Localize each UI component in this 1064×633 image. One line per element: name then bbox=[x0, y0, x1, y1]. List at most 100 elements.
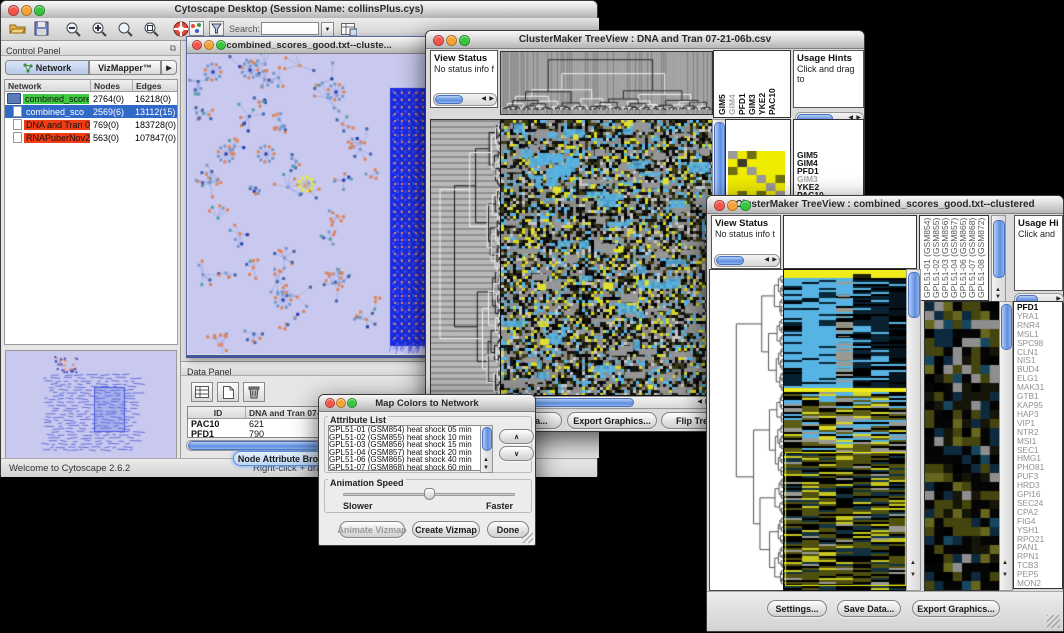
move-down-button[interactable]: ∨ bbox=[499, 446, 534, 461]
gene-label[interactable]: MON2 bbox=[1017, 579, 1062, 588]
column-label[interactable]: YKE2 bbox=[758, 53, 768, 115]
save-session-button[interactable] bbox=[34, 21, 49, 36]
heatmap-vscrollbar[interactable]: ▲▼ bbox=[906, 269, 921, 591]
zoom-heatmap[interactable] bbox=[924, 301, 1000, 591]
attribute-list-group: Attribute List GPL51-01 (GSM854) heat sh… bbox=[324, 416, 532, 473]
search-dropdown-button[interactable]: ▼ bbox=[321, 22, 334, 37]
main-heatmap[interactable] bbox=[500, 119, 713, 396]
usage-hints-panel: Usage Hints Click and drag to bbox=[793, 50, 864, 108]
close-icon[interactable] bbox=[714, 200, 725, 211]
column-label[interactable]: GPL51-08 (GSM872) bbox=[977, 216, 986, 298]
tab-vizmapper[interactable]: VizMapper™ bbox=[89, 60, 161, 75]
close-icon[interactable] bbox=[8, 5, 19, 16]
save-data-button[interactable]: Save Data... bbox=[837, 600, 901, 617]
column-label[interactable]: PAC10 bbox=[768, 53, 778, 115]
resize-grip[interactable] bbox=[1047, 615, 1060, 628]
float-panel-icon[interactable]: ⧉ bbox=[170, 43, 176, 54]
id-column[interactable]: ID bbox=[188, 407, 246, 419]
col-edges[interactable]: Edges bbox=[133, 80, 177, 92]
row-dendrogram[interactable] bbox=[709, 269, 784, 591]
main-window-title: Cytoscape Desktop (Session Name: collins… bbox=[175, 4, 424, 15]
network-list-row[interactable]: combined_scores2764(0)16218(0) bbox=[5, 92, 177, 105]
zoom-heatmap[interactable] bbox=[728, 151, 785, 199]
main-titlebar[interactable]: Cytoscape Desktop (Session Name: collins… bbox=[1, 1, 597, 19]
main-heatmap[interactable] bbox=[783, 269, 908, 591]
col-nodes[interactable]: Nodes bbox=[91, 80, 133, 92]
column-label[interactable]: GIM5 bbox=[718, 53, 728, 115]
export-graphics-button[interactable]: Export Graphics... bbox=[567, 412, 657, 429]
birdseye-view[interactable] bbox=[5, 350, 177, 462]
animate-vizmap-button[interactable]: Animate Vizmap bbox=[339, 521, 405, 538]
attribute-list-scrollbar[interactable]: ▲▼ bbox=[480, 425, 493, 473]
zoom-selected-button[interactable] bbox=[143, 21, 159, 37]
close-icon[interactable] bbox=[192, 40, 202, 50]
zoom-fit-button[interactable] bbox=[117, 21, 133, 37]
close-icon[interactable] bbox=[433, 35, 444, 46]
col-network[interactable]: Network bbox=[5, 80, 91, 92]
column-dendrogram-area[interactable] bbox=[783, 215, 917, 269]
search-input[interactable] bbox=[261, 22, 319, 35]
zoom-window-icon[interactable] bbox=[216, 40, 226, 50]
speed-slider-thumb[interactable] bbox=[424, 488, 435, 500]
new-attribute-icon[interactable] bbox=[217, 382, 239, 402]
zoom-window-icon[interactable] bbox=[347, 398, 357, 408]
column-label[interactable]: GIM3 bbox=[748, 53, 758, 115]
resize-grip[interactable] bbox=[522, 532, 533, 543]
filter-icon-button[interactable] bbox=[209, 21, 224, 36]
attribute-item[interactable]: GPL51-07 (GSM868) heat shock 60 min bbox=[329, 464, 490, 471]
create-vizmap-button[interactable]: Create Vizmap bbox=[412, 521, 480, 538]
column-labels-scrollbar[interactable]: ▲▼ bbox=[991, 215, 1006, 303]
settings-button[interactable]: Settings... bbox=[767, 600, 827, 617]
help-lifesaver-icon[interactable] bbox=[173, 21, 189, 37]
close-icon[interactable] bbox=[325, 398, 335, 408]
column-label[interactable]: GPL51-02 (GSM855) bbox=[932, 216, 941, 298]
column-label[interactable]: GPL51-07 (GSM868) bbox=[968, 216, 977, 298]
minimize-icon[interactable] bbox=[336, 398, 346, 408]
zoom-window-icon[interactable] bbox=[740, 200, 751, 211]
attribute-table-icon[interactable] bbox=[191, 382, 213, 402]
minimize-icon[interactable] bbox=[446, 35, 457, 46]
trash-icon[interactable] bbox=[243, 382, 265, 402]
column-label[interactable]: GPL51-06 (GSM865) bbox=[959, 216, 968, 298]
zoom-window-icon[interactable] bbox=[459, 35, 470, 46]
treeview2-titlebar[interactable]: ClusterMaker TreeView : combined_scores_… bbox=[707, 196, 1063, 214]
tab-network[interactable]: Network bbox=[5, 60, 89, 75]
column-label[interactable]: GPL51-03 (GSM856) bbox=[941, 216, 950, 298]
network-name: combined_sco bbox=[24, 107, 86, 117]
bottom-button-bar: Settings... Save Data... Export Graphics… bbox=[707, 591, 1063, 631]
column-label[interactable]: PFD1 bbox=[738, 53, 748, 115]
row-dendrogram[interactable] bbox=[430, 119, 502, 405]
zoom-vscrollbar[interactable]: ▲▼ bbox=[999, 301, 1013, 591]
treeview1-titlebar[interactable]: ClusterMaker TreeView : DNA and Tran 07-… bbox=[426, 31, 864, 49]
tab-overflow-button[interactable]: ▶ bbox=[161, 60, 177, 75]
minimize-icon[interactable] bbox=[204, 40, 214, 50]
column-label[interactable]: GPL51-04 (GSM857) bbox=[950, 216, 959, 298]
view-status-scrollbar[interactable]: ◀▶ bbox=[714, 254, 780, 267]
table-icon-button[interactable] bbox=[341, 21, 357, 36]
network-list-row[interactable]: RNAPuberNov2+563(0)107847(0) bbox=[5, 131, 177, 144]
zoom-out-button[interactable] bbox=[65, 21, 81, 37]
column-label[interactable]: GPL51-01 (GSM854) bbox=[923, 216, 932, 298]
minimize-icon[interactable] bbox=[727, 200, 738, 211]
attribute-list[interactable]: GPL51-01 (GSM854) heat shock 05 minGPL51… bbox=[328, 425, 491, 471]
zoom-window-icon[interactable] bbox=[34, 5, 45, 16]
minimize-icon[interactable] bbox=[21, 5, 32, 16]
datapanel-hscrollbar[interactable] bbox=[186, 440, 328, 451]
view-status-scrollbar[interactable]: ◀▶ bbox=[433, 93, 497, 106]
move-up-button[interactable]: ∧ bbox=[499, 429, 534, 444]
treeview1-title: ClusterMaker TreeView : DNA and Tran 07-… bbox=[519, 34, 771, 45]
network-list-row[interactable]: combined_sco2569(6)13112(15) bbox=[5, 105, 177, 118]
network-canvas[interactable] bbox=[188, 54, 431, 354]
open-session-button[interactable] bbox=[9, 21, 26, 36]
status-left: Welcome to Cytoscape 2.6.2 bbox=[9, 463, 130, 474]
zoom-in-button[interactable] bbox=[91, 21, 107, 37]
column-labels-panel: GPL51-01 (GSM854)GPL51-02 (GSM855)GPL51-… bbox=[919, 215, 989, 301]
export-graphics-button[interactable]: Export Graphics... bbox=[912, 600, 1000, 617]
column-label[interactable]: GIM4 bbox=[728, 53, 738, 115]
network-list-row[interactable]: DNA and Tran 07769(0)183728(0) bbox=[5, 118, 177, 131]
doc-icon bbox=[13, 132, 22, 143]
vizmapper-icon-button[interactable] bbox=[189, 21, 204, 36]
treeview2-window: ClusterMaker TreeView : combined_scores_… bbox=[706, 195, 1064, 632]
dialog-titlebar[interactable]: Map Colors to Network bbox=[319, 395, 535, 412]
column-dendrogram[interactable] bbox=[500, 51, 713, 115]
